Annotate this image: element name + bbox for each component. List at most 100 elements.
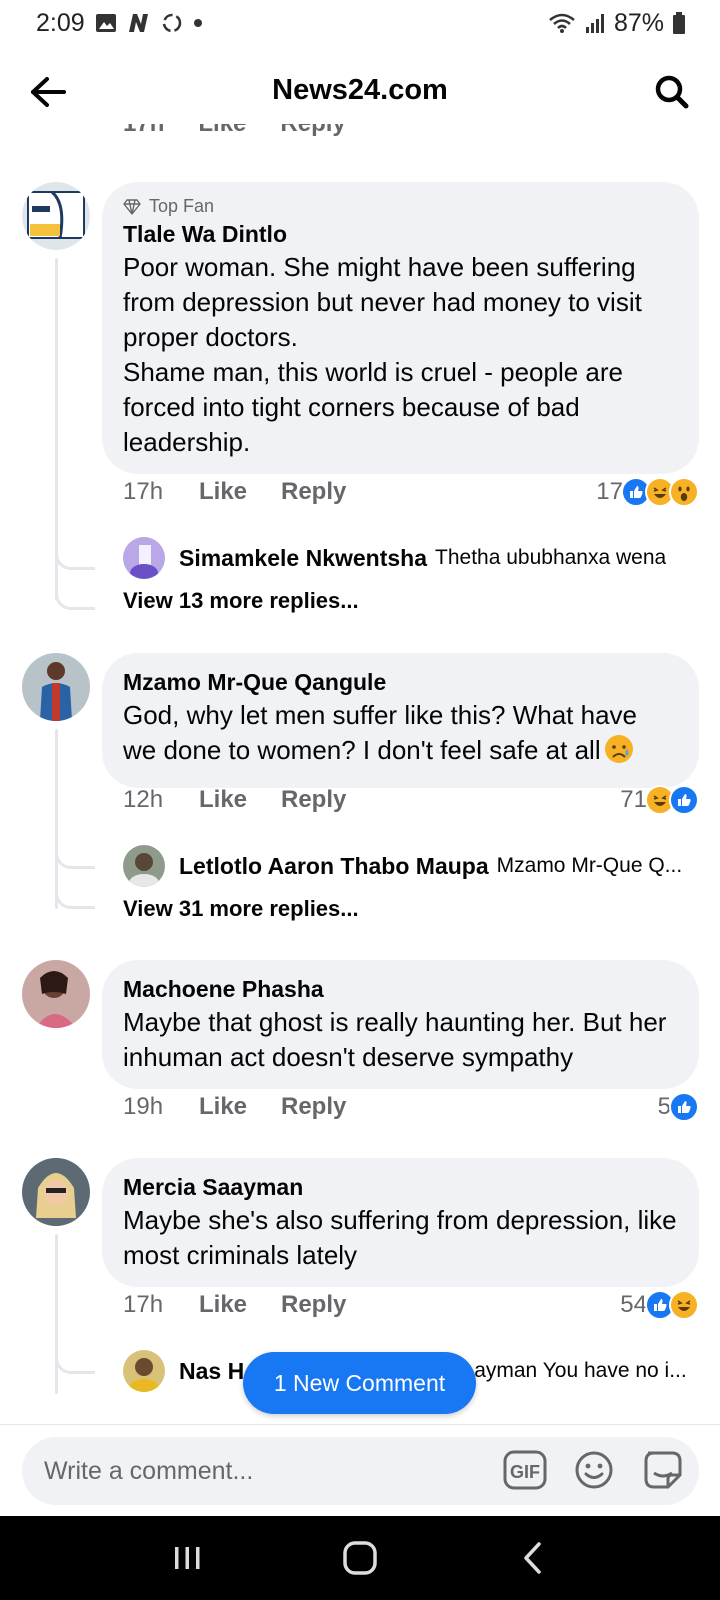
gallery-icon (95, 13, 117, 33)
chevron-left-icon (524, 1542, 542, 1574)
wow-reaction-icon (669, 477, 699, 507)
sync-icon (161, 12, 183, 34)
reaction-summary[interactable]: 54 (620, 1290, 699, 1320)
thread-line (55, 258, 58, 600)
view-more-replies-link[interactable]: View 13 more replies... (123, 588, 359, 614)
reply-connector (55, 849, 95, 869)
back-button[interactable] (26, 70, 70, 114)
home-button[interactable] (330, 1528, 390, 1588)
like-button[interactable]: Like (199, 478, 281, 506)
reply-button[interactable]: Reply (281, 1093, 346, 1121)
reply-connector (55, 550, 95, 570)
news-app-icon (127, 12, 151, 34)
comment-time: 17h (123, 124, 164, 138)
sad-face-emoji-icon (603, 733, 635, 774)
diamond-icon (123, 198, 141, 215)
comment-text-para: Shame man, this world is cruel - people … (123, 357, 624, 457)
comment-author[interactable]: Mercia Saayman (123, 1172, 677, 1203)
search-icon (655, 75, 689, 109)
comment-actions: 12h Like Reply 71 (123, 782, 699, 818)
status-bar: 2:09 87% (0, 0, 720, 46)
haha-reaction-icon (669, 1290, 699, 1320)
emoji-icon[interactable] (571, 1447, 617, 1493)
comment-actions: 19h Like Reply 5 (123, 1089, 699, 1125)
reaction-summary[interactable]: 17 (596, 477, 699, 507)
reaction-count: 54 (620, 1291, 647, 1318)
avatar[interactable] (22, 960, 90, 1028)
comment-text: Poor woman. She might have been sufferin… (123, 250, 677, 460)
view-more-replies-link[interactable]: View 31 more replies... (123, 896, 359, 922)
recent-apps-icon (174, 1547, 200, 1569)
comment-text: God, why let men suffer like this? What … (123, 698, 677, 774)
reply-snippet: ayman You have no i... (474, 1359, 687, 1382)
notification-dot-icon (193, 18, 203, 28)
comment-bubble[interactable]: Mzamo Mr-Que Qangule God, why let men su… (102, 653, 699, 788)
sticker-icon[interactable] (640, 1447, 686, 1493)
wifi-icon (548, 12, 576, 34)
reply-button[interactable]: Reply (281, 1291, 346, 1319)
avatar[interactable] (123, 1350, 165, 1392)
avatar[interactable] (22, 1158, 90, 1226)
comment-text-para: Poor woman. She might have been sufferin… (123, 252, 642, 352)
reply-snippet: Mzamo Mr-Que Q... (496, 854, 683, 877)
comment-actions: 17h Like Reply 17 (123, 474, 699, 510)
battery-percent: 87% (613, 8, 664, 37)
page-title: News24.com (272, 73, 448, 106)
avatar[interactable] (22, 182, 90, 250)
avatar[interactable] (22, 653, 90, 721)
recent-apps-button[interactable] (157, 1528, 217, 1588)
avatar[interactable] (123, 537, 165, 579)
reply-button[interactable]: Reply (280, 124, 345, 138)
like-reaction-icon (669, 785, 699, 815)
comment-author[interactable]: Machoene Phasha (123, 974, 677, 1005)
reply-connector (55, 590, 95, 610)
reply-connector (55, 889, 95, 909)
reply-preview[interactable]: Letlotlo Aaron Thabo Maupa Mzamo Mr-Que … (123, 845, 699, 887)
comments-feed[interactable]: 17h Like Reply Top Fan Tlale Wa Dintlo P… (0, 124, 720, 1424)
like-button[interactable]: Like (199, 1291, 281, 1319)
gif-icon[interactable]: GIF (502, 1447, 548, 1493)
like-button[interactable]: Like (199, 786, 281, 814)
comment-time: 12h (123, 786, 164, 813)
badge-label: Top Fan (149, 196, 215, 216)
comment-author[interactable]: Tlale Wa Dintlo (123, 219, 677, 250)
search-button[interactable] (650, 70, 694, 114)
comment-time: 19h (123, 1093, 164, 1120)
svg-text:GIF: GIF (510, 1462, 540, 1482)
battery-icon (672, 12, 686, 34)
reply-connector (55, 1354, 95, 1374)
reply-button[interactable]: Reply (281, 478, 346, 506)
reaction-summary[interactable]: 71 (620, 785, 699, 815)
reply-author[interactable]: Nas H (179, 1358, 244, 1385)
comment-text-content: God, why let men suffer like this? What … (123, 700, 637, 765)
like-button[interactable]: Like (198, 124, 246, 138)
comment-time: 17h (123, 478, 164, 505)
comment-bubble[interactable]: Machoene Phasha Maybe that ghost is real… (102, 960, 699, 1089)
reply-author[interactable]: Letlotlo Aaron Thabo Maupa (179, 853, 489, 880)
signal-icon (584, 13, 606, 33)
system-nav-bar (0, 1516, 720, 1600)
new-comment-button[interactable]: 1 New Comment (243, 1352, 476, 1414)
system-back-button[interactable] (503, 1528, 563, 1588)
home-icon (343, 1541, 377, 1575)
reaction-summary[interactable]: 5 (658, 1092, 699, 1122)
reaction-count: 17 (596, 478, 623, 505)
reply-author[interactable]: Simamkele Nkwentsha (179, 545, 427, 572)
back-arrow-icon (31, 77, 66, 107)
status-time: 2:09 (36, 8, 85, 37)
thread-line (55, 1234, 58, 1394)
like-button[interactable]: Like (199, 1093, 281, 1121)
avatar[interactable] (123, 845, 165, 887)
reply-preview[interactable]: Simamkele Nkwentsha Thetha ububhanxa wen… (123, 537, 699, 579)
partial-action-row: 17h Like Reply (123, 124, 346, 138)
comment-text: Maybe that ghost is really haunting her.… (123, 1007, 667, 1072)
comment-bubble[interactable]: Mercia Saayman Maybe she's also sufferin… (102, 1158, 699, 1287)
reply-button[interactable]: Reply (281, 786, 346, 814)
comment-bubble[interactable]: Top Fan Tlale Wa Dintlo Poor woman. She … (102, 182, 699, 474)
like-reaction-icon (669, 1092, 699, 1122)
app-header: News24.com (0, 56, 720, 124)
reaction-count: 71 (620, 786, 647, 813)
top-fan-badge: Top Fan (123, 196, 677, 217)
comment-text: Maybe she's also suffering from depressi… (123, 1205, 677, 1270)
comment-author[interactable]: Mzamo Mr-Que Qangule (123, 667, 677, 698)
